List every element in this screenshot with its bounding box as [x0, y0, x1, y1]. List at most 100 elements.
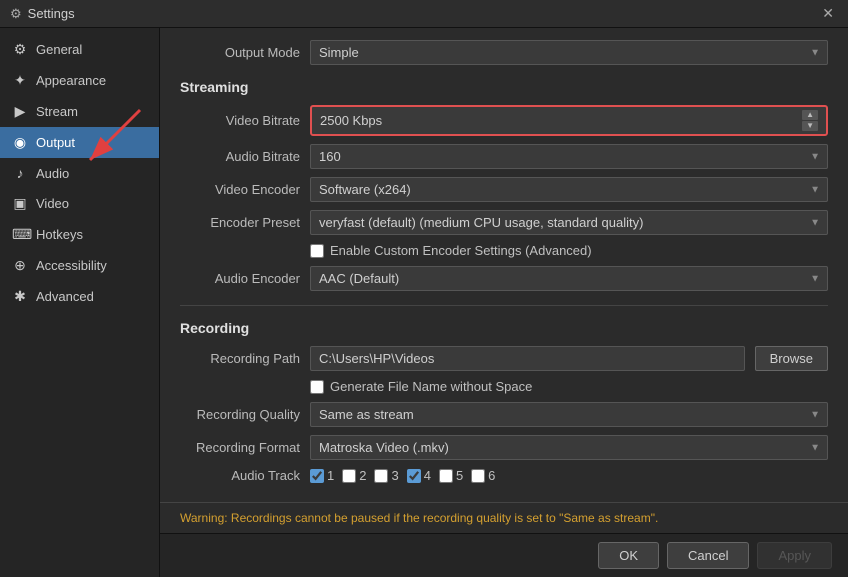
sidebar-label-hotkeys: Hotkeys — [36, 227, 83, 242]
track-1-label[interactable]: 1 — [327, 468, 334, 483]
video-encoder-select-wrap: Software (x264) Hardware (NVENC) ▼ — [310, 177, 828, 202]
audio-track-label: Audio Track — [180, 468, 300, 483]
track-6-checkbox[interactable] — [471, 469, 485, 483]
custom-encoder-checkbox[interactable] — [310, 244, 324, 258]
content-area: Output Mode Simple Advanced ▼ Streaming … — [160, 28, 848, 577]
video-bitrate-input[interactable] — [320, 113, 802, 128]
track-5-label[interactable]: 5 — [456, 468, 463, 483]
sidebar-label-video: Video — [36, 196, 69, 211]
track-2-checkbox[interactable] — [342, 469, 356, 483]
sidebar-item-accessibility[interactable]: ⊕ Accessibility — [0, 250, 159, 281]
audio-track-options: 1 2 3 4 — [310, 468, 495, 483]
streaming-section: Streaming Video Bitrate ▲ ▼ — [180, 79, 828, 291]
sidebar-item-advanced[interactable]: ✱ Advanced — [0, 281, 159, 312]
output-mode-row: Output Mode Simple Advanced ▼ — [180, 40, 828, 65]
recording-format-select[interactable]: Matroska Video (.mkv) MP4MOVFLVTS — [310, 435, 828, 460]
video-bitrate-label: Video Bitrate — [180, 113, 300, 128]
track-1-checkbox[interactable] — [310, 469, 324, 483]
recording-format-label: Recording Format — [180, 440, 300, 455]
video-bitrate-box: ▲ ▼ — [310, 105, 828, 136]
sidebar-label-audio: Audio — [36, 166, 69, 181]
track-item-6: 6 — [471, 468, 495, 483]
close-button[interactable]: ✕ — [818, 3, 838, 24]
sidebar-item-hotkeys[interactable]: ⌨ Hotkeys — [0, 219, 159, 250]
audio-bitrate-row: Audio Bitrate 6496128160192256320 ▼ — [180, 144, 828, 169]
bitrate-up-button[interactable]: ▲ — [802, 110, 818, 120]
warning-bar: Warning: Recordings cannot be paused if … — [160, 502, 848, 533]
ok-button[interactable]: OK — [598, 542, 659, 569]
track-2-label[interactable]: 2 — [359, 468, 366, 483]
bitrate-spinners: ▲ ▼ — [802, 110, 818, 131]
sidebar-label-stream: Stream — [36, 104, 78, 119]
track-4-label[interactable]: 4 — [424, 468, 431, 483]
audio-bitrate-select[interactable]: 6496128160192256320 — [310, 144, 828, 169]
sidebar-label-accessibility: Accessibility — [36, 258, 107, 273]
recording-format-select-wrap: Matroska Video (.mkv) MP4MOVFLVTS ▼ — [310, 435, 828, 460]
section-divider — [180, 305, 828, 306]
recording-quality-select-wrap: Same as stream High Quality Indistinguis… — [310, 402, 828, 427]
main-layout: ⚙ General ✦ Appearance ▶ Stream ◉ Output… — [0, 28, 848, 577]
recording-quality-row: Recording Quality Same as stream High Qu… — [180, 402, 828, 427]
track-3-checkbox[interactable] — [374, 469, 388, 483]
video-icon: ▣ — [12, 195, 28, 212]
output-mode-label: Output Mode — [180, 45, 300, 60]
browse-button[interactable]: Browse — [755, 346, 828, 371]
recording-section: Recording Recording Path Browse Generate… — [180, 320, 828, 483]
title-bar-left: ⚙ Settings — [10, 6, 75, 22]
encoder-preset-row: Encoder Preset veryfast (default) (mediu… — [180, 210, 828, 235]
settings-gear-icon: ⚙ — [10, 6, 22, 22]
track-4-checkbox[interactable] — [407, 469, 421, 483]
output-mode-select[interactable]: Simple Advanced — [310, 40, 828, 65]
audio-encoder-select[interactable]: AAC (Default) MP3 — [310, 266, 828, 291]
video-encoder-select[interactable]: Software (x264) Hardware (NVENC) — [310, 177, 828, 202]
appearance-icon: ✦ — [12, 72, 28, 89]
audio-encoder-label: Audio Encoder — [180, 271, 300, 286]
sidebar-item-output[interactable]: ◉ Output — [0, 127, 159, 158]
generate-filename-checkbox[interactable] — [310, 380, 324, 394]
video-bitrate-row: Video Bitrate ▲ ▼ — [180, 105, 828, 136]
footer-bar: OK Cancel Apply — [160, 533, 848, 577]
title-bar: ⚙ Settings ✕ — [0, 0, 848, 28]
bitrate-down-button[interactable]: ▼ — [802, 121, 818, 131]
stream-icon: ▶ — [12, 103, 28, 120]
sidebar-item-audio[interactable]: ♪ Audio — [0, 158, 159, 188]
warning-text: Warning: Recordings cannot be paused if … — [180, 511, 658, 525]
audio-track-row: Audio Track 1 2 3 — [180, 468, 828, 483]
recording-path-label: Recording Path — [180, 351, 300, 366]
sidebar-label-advanced: Advanced — [36, 289, 94, 304]
recording-quality-select[interactable]: Same as stream High Quality Indistinguis… — [310, 402, 828, 427]
general-icon: ⚙ — [12, 41, 28, 58]
audio-encoder-select-wrap: AAC (Default) MP3 ▼ — [310, 266, 828, 291]
generate-filename-row: Generate File Name without Space — [180, 379, 828, 394]
custom-encoder-label[interactable]: Enable Custom Encoder Settings (Advanced… — [330, 243, 592, 258]
recording-path-input[interactable] — [310, 346, 745, 371]
sidebar-label-output: Output — [36, 135, 75, 150]
sidebar-item-general[interactable]: ⚙ General — [0, 34, 159, 65]
output-mode-select-wrap: Simple Advanced ▼ — [310, 40, 828, 65]
track-6-label[interactable]: 6 — [488, 468, 495, 483]
generate-filename-label[interactable]: Generate File Name without Space — [330, 379, 532, 394]
audio-bitrate-select-wrap: 6496128160192256320 ▼ — [310, 144, 828, 169]
video-encoder-label: Video Encoder — [180, 182, 300, 197]
encoder-preset-select-wrap: veryfast (default) (medium CPU usage, st… — [310, 210, 828, 235]
track-5-checkbox[interactable] — [439, 469, 453, 483]
track-3-label[interactable]: 3 — [391, 468, 398, 483]
sidebar-label-appearance: Appearance — [36, 73, 106, 88]
track-item-1: 1 — [310, 468, 334, 483]
accessibility-icon: ⊕ — [12, 257, 28, 274]
title-bar-title: Settings — [28, 6, 75, 21]
sidebar-item-stream[interactable]: ▶ Stream — [0, 96, 159, 127]
cancel-button[interactable]: Cancel — [667, 542, 749, 569]
output-icon: ◉ — [12, 134, 28, 151]
track-item-2: 2 — [342, 468, 366, 483]
sidebar: ⚙ General ✦ Appearance ▶ Stream ◉ Output… — [0, 28, 160, 577]
recording-path-row: Recording Path Browse — [180, 346, 828, 371]
audio-encoder-row: Audio Encoder AAC (Default) MP3 ▼ — [180, 266, 828, 291]
encoder-preset-select[interactable]: veryfast (default) (medium CPU usage, st… — [310, 210, 828, 235]
recording-quality-label: Recording Quality — [180, 407, 300, 422]
apply-button[interactable]: Apply — [757, 542, 832, 569]
sidebar-item-video[interactable]: ▣ Video — [0, 188, 159, 219]
sidebar-label-general: General — [36, 42, 82, 57]
sidebar-item-appearance[interactable]: ✦ Appearance — [0, 65, 159, 96]
track-item-3: 3 — [374, 468, 398, 483]
